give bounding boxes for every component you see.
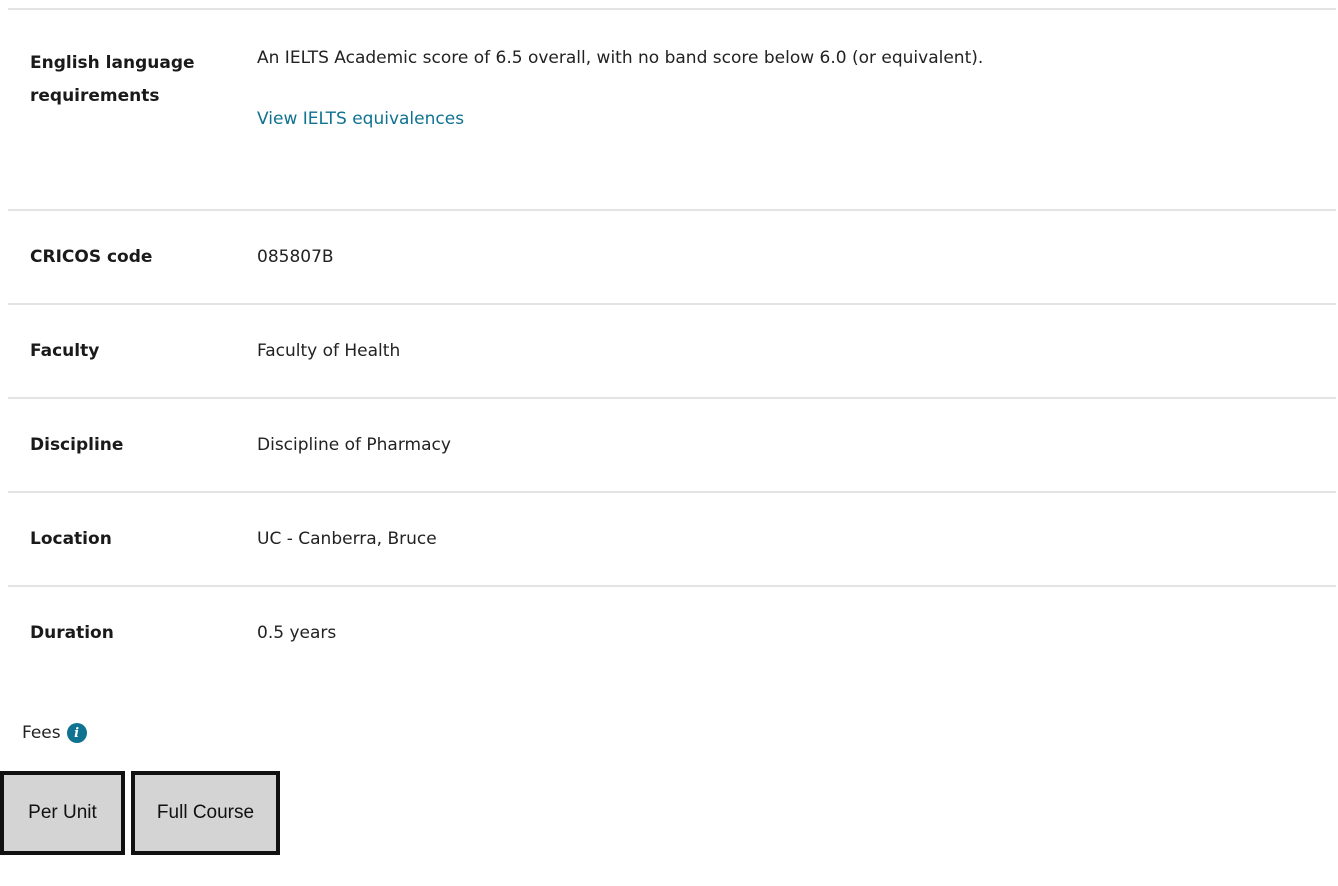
discipline-row: Discipline Discipline of Pharmacy [8, 397, 1336, 491]
cricos-code-value: 085807B [257, 247, 334, 267]
location-label: Location [30, 529, 112, 549]
english-language-row: English language requirements An IELTS A… [8, 8, 1336, 209]
cricos-code-label: CRICOS code [30, 247, 153, 267]
info-icon[interactable]: i [66, 723, 87, 743]
fee-tabs: Per Unit Full Course [0, 771, 280, 855]
fees-label: Fees [22, 723, 61, 743]
faculty-value: Faculty of Health [257, 341, 401, 361]
english-language-label: English language requirements [30, 53, 195, 106]
location-value: UC - Canberra, Bruce [257, 529, 437, 549]
duration-label: Duration [30, 623, 114, 643]
faculty-label: Faculty [30, 341, 100, 361]
english-language-value: An IELTS Academic score of 6.5 overall, … [257, 47, 983, 130]
location-row: Location UC - Canberra, Bruce [8, 491, 1336, 585]
duration-value: 0.5 years [257, 623, 337, 643]
full-course-tab[interactable]: Full Course [131, 771, 280, 855]
ielts-equivalences-link[interactable]: View IELTS equivalences [257, 108, 983, 130]
duration-row: Duration 0.5 years [8, 585, 1336, 677]
ielts-requirement-text: An IELTS Academic score of 6.5 overall, … [257, 48, 984, 68]
course-details-table: English language requirements An IELTS A… [8, 8, 1336, 677]
per-unit-tab[interactable]: Per Unit [0, 771, 125, 855]
faculty-row: Faculty Faculty of Health [8, 303, 1336, 397]
fees-heading: Fees i [22, 723, 87, 743]
discipline-label: Discipline [30, 435, 124, 455]
discipline-value: Discipline of Pharmacy [257, 435, 451, 455]
cricos-code-row: CRICOS code 085807B [8, 209, 1336, 303]
